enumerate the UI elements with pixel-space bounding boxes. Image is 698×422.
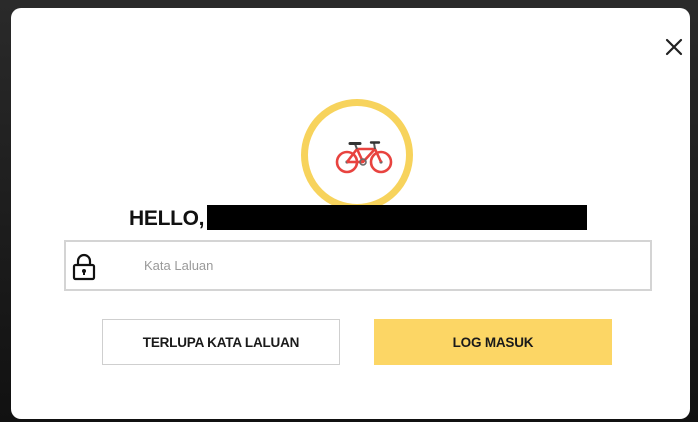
close-button[interactable] (661, 34, 687, 60)
login-button[interactable]: LOG MASUK (374, 319, 612, 365)
close-icon[interactable] (661, 34, 687, 60)
password-field-container[interactable] (64, 240, 652, 291)
avatar (301, 99, 413, 211)
lock-icon (72, 253, 96, 281)
forgot-password-button[interactable]: TERLUPA KATA LALUAN (102, 319, 340, 365)
password-input[interactable] (144, 250, 634, 280)
redacted-username (207, 204, 588, 230)
bicycle-icon (335, 141, 393, 174)
greeting-text: HELLO, (129, 207, 205, 230)
greeting-row: HELLO, (129, 204, 588, 234)
login-modal: HELLO, TERLUPA KATA LALUAN LOG MASUK (11, 8, 690, 419)
